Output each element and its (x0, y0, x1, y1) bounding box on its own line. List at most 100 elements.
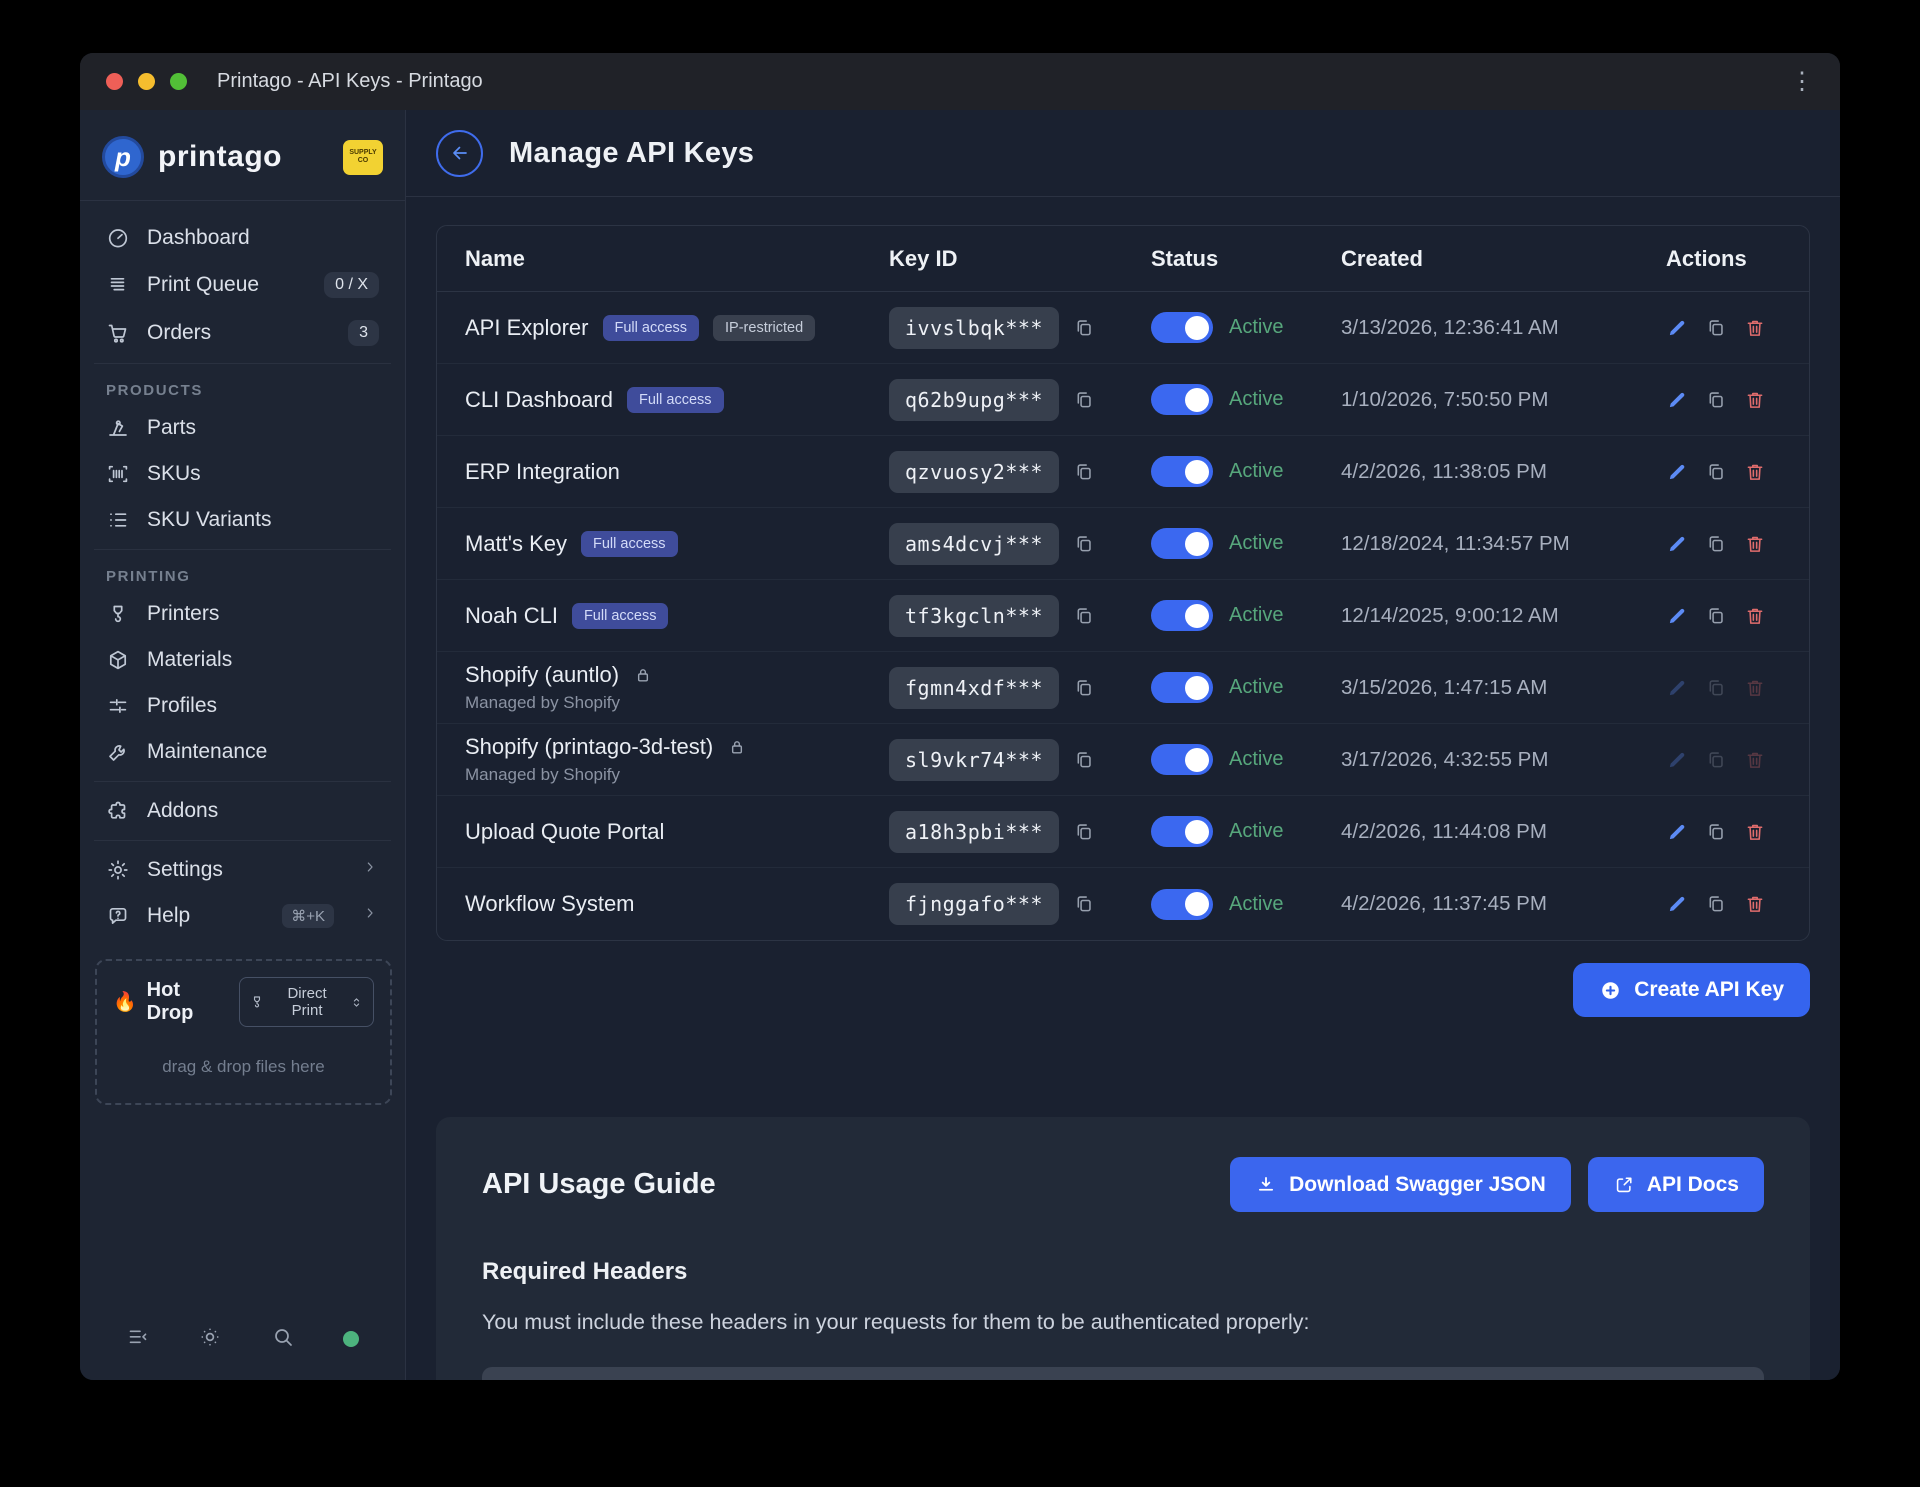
edit-key-button[interactable] (1666, 317, 1688, 339)
brand-name: printago (158, 140, 282, 174)
delete-key-button[interactable] (1744, 533, 1766, 555)
edit-key-button[interactable] (1666, 605, 1688, 627)
key-name: API Explorer (465, 315, 589, 341)
gauge-icon (106, 226, 130, 250)
copy-key-id-button[interactable] (1073, 749, 1095, 771)
copy-key-id-button[interactable] (1073, 677, 1095, 699)
delete-key-button[interactable] (1744, 317, 1766, 339)
duplicate-key-button[interactable] (1705, 389, 1727, 411)
copy-key-id-button[interactable] (1073, 893, 1095, 915)
status-toggle[interactable] (1151, 889, 1213, 920)
status-toggle[interactable] (1151, 672, 1213, 703)
status-toggle[interactable] (1151, 384, 1213, 415)
status-toggle[interactable] (1151, 744, 1213, 775)
sidebar-item-dashboard[interactable]: Dashboard (94, 215, 391, 261)
sidebar-item-parts[interactable]: Parts (94, 405, 391, 451)
copy-key-id-button[interactable] (1073, 821, 1095, 843)
search-button[interactable] (271, 1325, 295, 1352)
actions-cell (1666, 821, 1781, 843)
cart-icon (106, 321, 130, 345)
status-label: Active (1229, 676, 1283, 699)
sidebar-item-print-queue[interactable]: Print Queue0 / X (94, 261, 391, 309)
created-date: 4/2/2026, 11:37:45 PM (1341, 892, 1666, 916)
status-toggle[interactable] (1151, 312, 1213, 343)
api-docs-button[interactable]: API Docs (1588, 1157, 1764, 1212)
duplicate-key-button[interactable] (1705, 821, 1727, 843)
edit-key-button[interactable] (1666, 821, 1688, 843)
edit-key-button[interactable] (1666, 389, 1688, 411)
duplicate-key-button[interactable] (1705, 605, 1727, 627)
close-window-button[interactable] (106, 73, 123, 90)
create-api-key-label: Create API Key (1634, 978, 1784, 1002)
nav-group: Addons (94, 781, 391, 840)
duplicate-key-button[interactable] (1705, 533, 1727, 555)
required-headers-heading: Required Headers (482, 1258, 1764, 1286)
api-usage-guide-card: API Usage Guide Download Swagger JSON AP… (436, 1117, 1810, 1380)
sidebar-item-label: Maintenance (147, 740, 267, 764)
status-toggle[interactable] (1151, 600, 1213, 631)
duplicate-key-button[interactable] (1705, 317, 1727, 339)
status-toggle[interactable] (1151, 456, 1213, 487)
key-id-cell: a18h3pbi*** (889, 811, 1151, 853)
delete-key-button[interactable] (1744, 461, 1766, 483)
sidebar-item-materials[interactable]: Materials (94, 637, 391, 683)
edit-key-button[interactable] (1666, 533, 1688, 555)
actions-cell (1666, 461, 1781, 483)
status-label: Active (1229, 388, 1283, 411)
download-swagger-button[interactable]: Download Swagger JSON (1230, 1157, 1571, 1212)
delete-key-button[interactable] (1744, 893, 1766, 915)
collapse-sidebar-button[interactable] (126, 1325, 150, 1352)
back-button[interactable] (436, 130, 483, 177)
copy-key-id-button[interactable] (1073, 533, 1095, 555)
key-id-cell: tf3kgcln*** (889, 595, 1151, 637)
delete-key-button[interactable] (1744, 605, 1766, 627)
status-toggle[interactable] (1151, 816, 1213, 847)
edit-key-button[interactable] (1666, 461, 1688, 483)
copy-key-id-button[interactable] (1073, 389, 1095, 411)
sidebar-item-orders[interactable]: Orders3 (94, 309, 391, 357)
direct-print-select[interactable]: Direct Print (239, 977, 374, 1027)
edit-key-button[interactable] (1666, 893, 1688, 915)
actions-cell (1666, 605, 1781, 627)
status-cell: Active (1151, 312, 1341, 343)
sidebar-item-addons[interactable]: Addons (94, 788, 391, 834)
sidebar-item-printers[interactable]: Printers (94, 591, 391, 637)
window-menu-icon[interactable]: ⋮ (1790, 70, 1814, 94)
sidebar-item-skus[interactable]: SKUs (94, 451, 391, 497)
hot-drop-zone[interactable]: 🔥 Hot Drop Direct Print drag & drop file… (95, 959, 392, 1105)
key-id: fgmn4xdf*** (889, 667, 1059, 709)
delete-key-button[interactable] (1744, 389, 1766, 411)
copy-key-id-button[interactable] (1073, 461, 1095, 483)
nav-section-title: PRODUCTS (94, 370, 391, 405)
main-panel: Manage API Keys Name Key ID Status Creat… (406, 110, 1840, 1380)
key-id-cell: fgmn4xdf*** (889, 667, 1151, 709)
sidebar-item-sku-variants[interactable]: SKU Variants (94, 497, 391, 543)
sidebar-item-profiles[interactable]: Profiles (94, 683, 391, 729)
sidebar-item-help[interactable]: Help⌘+K (94, 893, 391, 939)
status-label: Active (1229, 893, 1283, 916)
arrow-left-icon (448, 141, 472, 165)
access-badge: Full access (603, 315, 700, 341)
api-key-row: Noah CLIFull accesstf3kgcln***Active12/1… (437, 580, 1809, 652)
copy-key-id-button[interactable] (1073, 317, 1095, 339)
actions-cell (1666, 389, 1781, 411)
delete-key-button[interactable] (1744, 821, 1766, 843)
maximize-window-button[interactable] (170, 73, 187, 90)
created-date: 12/14/2025, 9:00:12 AM (1341, 604, 1666, 628)
wrench-icon (106, 740, 130, 764)
sidebar-item-maintenance[interactable]: Maintenance (94, 729, 391, 775)
duplicate-key-button[interactable] (1705, 893, 1727, 915)
copy-key-id-button[interactable] (1073, 605, 1095, 627)
help-icon (106, 904, 130, 928)
sidebar-item-label: Profiles (147, 694, 217, 718)
created-date: 3/17/2026, 4:32:55 PM (1341, 748, 1666, 772)
delete-key-button (1744, 677, 1766, 699)
status-toggle[interactable] (1151, 528, 1213, 559)
theme-button[interactable] (198, 1325, 222, 1352)
create-api-key-button[interactable]: Create API Key (1573, 963, 1810, 1017)
duplicate-key-button[interactable] (1705, 461, 1727, 483)
key-name: Upload Quote Portal (465, 819, 664, 845)
minimize-window-button[interactable] (138, 73, 155, 90)
status-cell: Active (1151, 672, 1341, 703)
sidebar-item-settings[interactable]: Settings (94, 847, 391, 893)
